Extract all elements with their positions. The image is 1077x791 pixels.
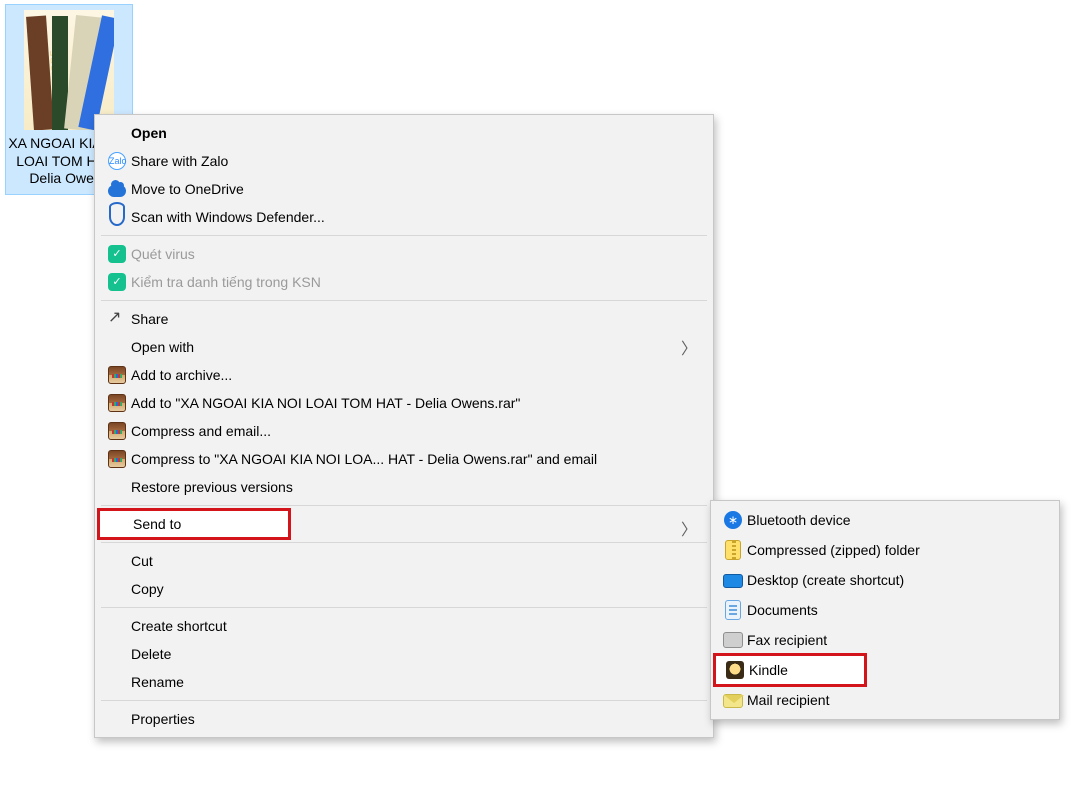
winrar-icon xyxy=(108,394,126,412)
menu-label: Share with Zalo xyxy=(131,153,697,169)
menu-separator xyxy=(101,505,707,506)
kaspersky-icon: ✓ xyxy=(108,273,126,291)
menu-separator xyxy=(101,235,707,236)
zip-folder-icon xyxy=(725,540,741,560)
send-to-zipped-folder[interactable]: Compressed (zipped) folder xyxy=(713,535,1057,565)
winrar-icon xyxy=(108,366,126,384)
menu-item-add-archive[interactable]: Add to archive... xyxy=(97,361,711,389)
menu-item-ksn-disabled: ✓ Kiểm tra danh tiếng trong KSN xyxy=(97,268,711,296)
menu-item-properties[interactable]: Properties xyxy=(97,705,711,733)
submenu-arrow-icon: 〉 xyxy=(681,335,697,359)
menu-item-compress-rar-email[interactable]: Compress to "XA NGOAI KIA NOI LOA... HAT… xyxy=(97,445,711,473)
menu-label: Open xyxy=(131,125,697,141)
onedrive-icon xyxy=(108,185,126,197)
send-to-bluetooth[interactable]: ∗ Bluetooth device xyxy=(713,505,1057,535)
kindle-icon xyxy=(726,661,744,679)
menu-label: Add to archive... xyxy=(131,367,697,383)
send-to-fax[interactable]: Fax recipient xyxy=(713,625,1057,655)
fax-icon xyxy=(723,632,743,648)
send-to-mail[interactable]: Mail recipient xyxy=(713,685,1057,715)
send-to-submenu: ∗ Bluetooth device Compressed (zipped) f… xyxy=(710,500,1060,720)
menu-label: Move to OneDrive xyxy=(131,181,697,197)
menu-item-open-with[interactable]: Open with 〉 xyxy=(97,333,711,361)
menu-item-share-zalo[interactable]: Zalo Share with Zalo xyxy=(97,147,711,175)
menu-item-delete[interactable]: Delete xyxy=(97,640,711,668)
menu-label: Cut xyxy=(131,553,697,569)
menu-item-rename[interactable]: Rename xyxy=(97,668,711,696)
menu-label: Compress to "XA NGOAI KIA NOI LOA... HAT… xyxy=(131,451,697,467)
menu-label: Open with xyxy=(131,339,681,355)
menu-separator xyxy=(101,300,707,301)
documents-icon xyxy=(725,600,741,620)
menu-separator xyxy=(101,542,707,543)
menu-label: Bluetooth device xyxy=(747,512,1043,528)
menu-label: Rename xyxy=(131,674,697,690)
menu-label: Kiểm tra danh tiếng trong KSN xyxy=(131,274,697,290)
desktop-icon xyxy=(723,574,743,588)
menu-label: Compressed (zipped) folder xyxy=(747,542,1043,558)
menu-label: Desktop (create shortcut) xyxy=(747,572,1043,588)
send-to-kindle[interactable]: Kindle xyxy=(715,655,865,685)
menu-label: Copy xyxy=(131,581,697,597)
submenu-arrow-icon: 〉 xyxy=(681,516,697,540)
menu-label: Compress and email... xyxy=(131,423,697,439)
menu-item-cut[interactable]: Cut xyxy=(97,547,711,575)
menu-label: Add to "XA NGOAI KIA NOI LOAI TOM HAT - … xyxy=(131,395,697,411)
context-menu: Open Zalo Share with Zalo Move to OneDri… xyxy=(94,114,714,738)
menu-item-scan-defender[interactable]: Scan with Windows Defender... xyxy=(97,203,711,231)
menu-item-move-onedrive[interactable]: Move to OneDrive xyxy=(97,175,711,203)
menu-item-add-to-rar[interactable]: Add to "XA NGOAI KIA NOI LOAI TOM HAT - … xyxy=(97,389,711,417)
defender-icon xyxy=(109,208,125,226)
menu-item-share[interactable]: ↗ Share xyxy=(97,305,711,333)
menu-item-quet-virus-disabled: ✓ Quét virus xyxy=(97,240,711,268)
menu-label: Kindle xyxy=(749,662,851,678)
menu-item-send-to[interactable]: Send to xyxy=(99,510,289,538)
menu-label: Restore previous versions xyxy=(131,479,697,495)
menu-item-restore-versions[interactable]: Restore previous versions xyxy=(97,473,711,501)
kaspersky-icon: ✓ xyxy=(108,245,126,263)
zalo-icon: Zalo xyxy=(108,152,126,170)
menu-label: Share xyxy=(131,311,697,327)
menu-item-create-shortcut[interactable]: Create shortcut xyxy=(97,612,711,640)
file-thumbnail xyxy=(24,10,114,130)
menu-label: Documents xyxy=(747,602,1043,618)
menu-label: Send to xyxy=(133,516,275,532)
send-to-documents[interactable]: Documents xyxy=(713,595,1057,625)
menu-item-compress-email[interactable]: Compress and email... xyxy=(97,417,711,445)
menu-separator xyxy=(101,700,707,701)
menu-label: Create shortcut xyxy=(131,618,697,634)
menu-label: Delete xyxy=(131,646,697,662)
menu-separator xyxy=(101,607,707,608)
menu-item-open[interactable]: Open xyxy=(97,119,711,147)
menu-label: Quét virus xyxy=(131,246,697,262)
mail-icon xyxy=(723,694,743,708)
winrar-icon xyxy=(108,450,126,468)
menu-label: Mail recipient xyxy=(747,692,1043,708)
menu-item-copy[interactable]: Copy xyxy=(97,575,711,603)
bluetooth-icon: ∗ xyxy=(724,511,742,529)
menu-label: Scan with Windows Defender... xyxy=(131,209,697,225)
winrar-icon xyxy=(108,422,126,440)
share-icon: ↗ xyxy=(108,310,126,328)
menu-label: Fax recipient xyxy=(747,632,1043,648)
send-to-desktop-shortcut[interactable]: Desktop (create shortcut) xyxy=(713,565,1057,595)
menu-label: Properties xyxy=(131,711,697,727)
